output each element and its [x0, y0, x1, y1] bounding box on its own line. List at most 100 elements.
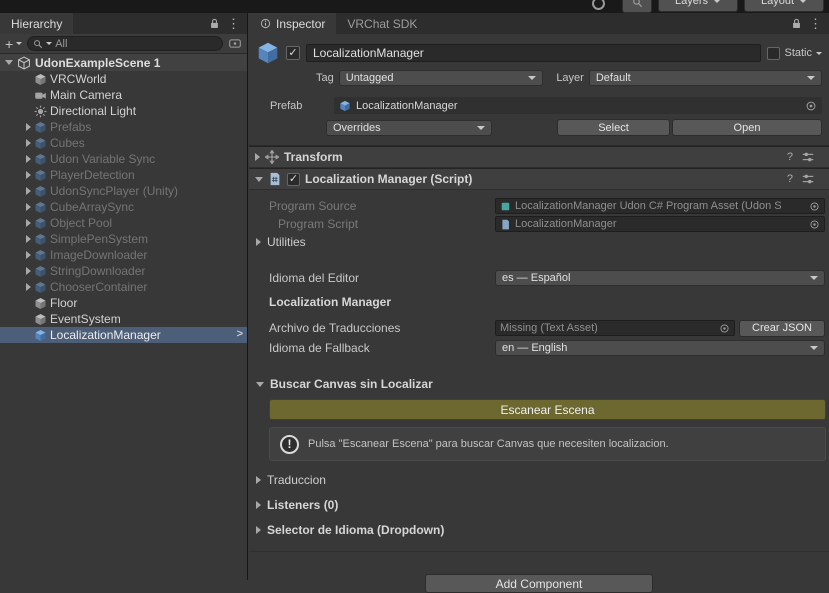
kebab-menu-icon[interactable]: ⋮ [227, 17, 240, 30]
scene-name: UdonExampleScene 1 [35, 56, 160, 70]
traduccion-foldout[interactable]: Traduccion [249, 471, 829, 489]
hierarchy-item-stringdownloader[interactable]: StringDownloader [0, 263, 247, 279]
hierarchy-item-prefabs[interactable]: Prefabs [0, 119, 247, 135]
open-prefab-chevron[interactable]: > [237, 328, 243, 340]
create-json-button[interactable]: Crear JSON [739, 320, 825, 337]
prefab-icon [34, 185, 47, 198]
expand-arrow-icon[interactable] [26, 267, 31, 275]
tab-inspector[interactable]: Inspector [249, 13, 336, 34]
scan-scene-button[interactable]: Escanear Escena [269, 399, 826, 420]
lock-icon[interactable] [209, 18, 220, 29]
hierarchy-item-vrcworld[interactable]: VRCWorld [0, 71, 247, 87]
open-button[interactable]: Open [672, 119, 822, 136]
object-picker-icon[interactable] [809, 201, 820, 212]
help-icon[interactable]: ? [787, 173, 793, 185]
hierarchy-item-udon-variable-sync[interactable]: Udon Variable Sync [0, 151, 247, 167]
expand-arrow-icon[interactable] [26, 283, 31, 291]
hierarchy-item-playerdetection[interactable]: PlayerDetection [0, 167, 247, 183]
expand-arrow-icon[interactable] [255, 153, 260, 161]
search-button[interactable] [622, 0, 652, 13]
hierarchy-search-input[interactable] [55, 38, 217, 50]
hierarchy-scene-row[interactable]: UdonExampleScene 1 [0, 54, 247, 71]
prefab-icon [34, 121, 47, 134]
presets-icon[interactable] [801, 150, 815, 164]
hierarchy-item-object-pool[interactable]: Object Pool [0, 215, 247, 231]
search-icon [632, 0, 643, 8]
chevron-down-icon [799, 0, 807, 3]
transform-component-header[interactable]: Transform ? [249, 146, 829, 168]
object-picker-icon[interactable] [719, 323, 730, 334]
hierarchy-item-eventsystem[interactable]: EventSystem [0, 311, 247, 327]
static-dropdown-icon[interactable] [816, 52, 822, 55]
tag-label: Tag [316, 72, 334, 84]
script-component-header[interactable]: ✓ Localization Manager (Script) ? [249, 168, 829, 190]
gameobject-icon [34, 313, 47, 326]
expand-arrow-icon[interactable] [26, 139, 31, 147]
layer-dropdown[interactable]: Default [589, 70, 822, 86]
hierarchy-item-imagedownloader[interactable]: ImageDownloader [0, 247, 247, 263]
expand-arrow-icon[interactable] [26, 219, 31, 227]
component-enabled-checkbox[interactable]: ✓ [287, 173, 300, 186]
selector-idioma-foldout[interactable]: Selector de Idioma (Dropdown) [249, 521, 829, 539]
fallback-language-dropdown[interactable]: en — English [495, 340, 825, 356]
static-checkbox[interactable] [767, 47, 780, 60]
help-icon[interactable]: ? [787, 151, 793, 163]
object-picker-icon[interactable] [805, 100, 817, 112]
localization-manager-section-title: Localization Manager [249, 295, 829, 309]
tab-vrchat-sdk[interactable]: VRChat SDK [336, 13, 428, 34]
expand-arrow-icon[interactable] [26, 187, 31, 195]
hierarchy-item-floor[interactable]: Floor [0, 295, 247, 311]
tab-hierarchy[interactable]: Hierarchy [0, 13, 73, 34]
collapse-arrow-icon[interactable] [5, 60, 13, 65]
picker-filter-icon[interactable] [228, 37, 242, 50]
listeners-foldout[interactable]: Listeners (0) [249, 496, 829, 514]
hierarchy-item-cubearraysync[interactable]: CubeArraySync [0, 199, 247, 215]
program-source-value: LocalizationManager Udon C# Program Asse… [515, 200, 805, 212]
layout-label: Layout [761, 0, 794, 7]
object-picker-icon[interactable] [809, 219, 820, 230]
expand-arrow-icon[interactable] [26, 123, 31, 131]
chevron-down-icon [16, 42, 22, 45]
prefab-icon [34, 281, 47, 294]
gameobject-icon [34, 73, 47, 86]
hierarchy-item-directional-light[interactable]: Directional Light [0, 103, 247, 119]
expand-arrow-icon[interactable] [26, 251, 31, 259]
hierarchy-item-cubes[interactable]: Cubes [0, 135, 247, 151]
kebab-menu-icon[interactable]: ⋮ [809, 17, 822, 30]
overrides-dropdown[interactable]: Overrides [326, 120, 492, 136]
layers-dropdown[interactable]: Layers [658, 0, 738, 12]
hierarchy-search[interactable] [27, 36, 223, 51]
add-component-button[interactable]: Add Component [425, 574, 653, 593]
program-script-field: LocalizationManager [495, 216, 825, 232]
create-object-button[interactable]: + [5, 37, 22, 51]
tag-dropdown[interactable]: Untagged [339, 70, 544, 86]
editor-language-row: Idioma del Editor es — Español [249, 269, 829, 287]
layout-dropdown[interactable]: Layout [744, 0, 824, 12]
editor-language-label: Idioma del Editor [269, 271, 495, 285]
select-button[interactable]: Select [557, 119, 670, 136]
active-checkbox[interactable]: ✓ [286, 46, 300, 60]
script-icon [268, 172, 282, 186]
account-icon[interactable] [592, 0, 605, 10]
expand-arrow-icon[interactable] [26, 171, 31, 179]
collapse-arrow-icon[interactable] [255, 177, 263, 182]
hierarchy-item-choosercontainer[interactable]: ChooserContainer [0, 279, 247, 295]
scan-canvas-foldout[interactable]: Buscar Canvas sin Localizar [249, 375, 829, 393]
utilities-foldout[interactable]: Utilities [249, 233, 829, 251]
help-text: Pulsa "Escanear Escena" para buscar Canv… [308, 438, 669, 450]
prefab-object-field[interactable]: LocalizationManager [334, 97, 822, 114]
editor-language-dropdown[interactable]: es — Español [495, 270, 825, 286]
hierarchy-item-simplepensystem[interactable]: SimplePenSystem [0, 231, 247, 247]
hierarchy-item-udonsyncplayer[interactable]: UdonSyncPlayer (Unity) [0, 183, 247, 199]
hierarchy-item-main-camera[interactable]: Main Camera [0, 87, 247, 103]
transform-icon [265, 150, 279, 164]
expand-arrow-icon[interactable] [26, 203, 31, 211]
translations-object-field[interactable]: Missing (Text Asset) [495, 320, 735, 336]
lock-icon[interactable] [791, 18, 802, 29]
gameobject-name-input[interactable] [306, 44, 761, 62]
presets-icon[interactable] [801, 172, 815, 186]
expand-arrow-icon[interactable] [26, 155, 31, 163]
chevron-down-icon [810, 346, 818, 350]
expand-arrow-icon[interactable] [26, 235, 31, 243]
hierarchy-item-localizationmanager[interactable]: LocalizationManager > [0, 327, 247, 343]
